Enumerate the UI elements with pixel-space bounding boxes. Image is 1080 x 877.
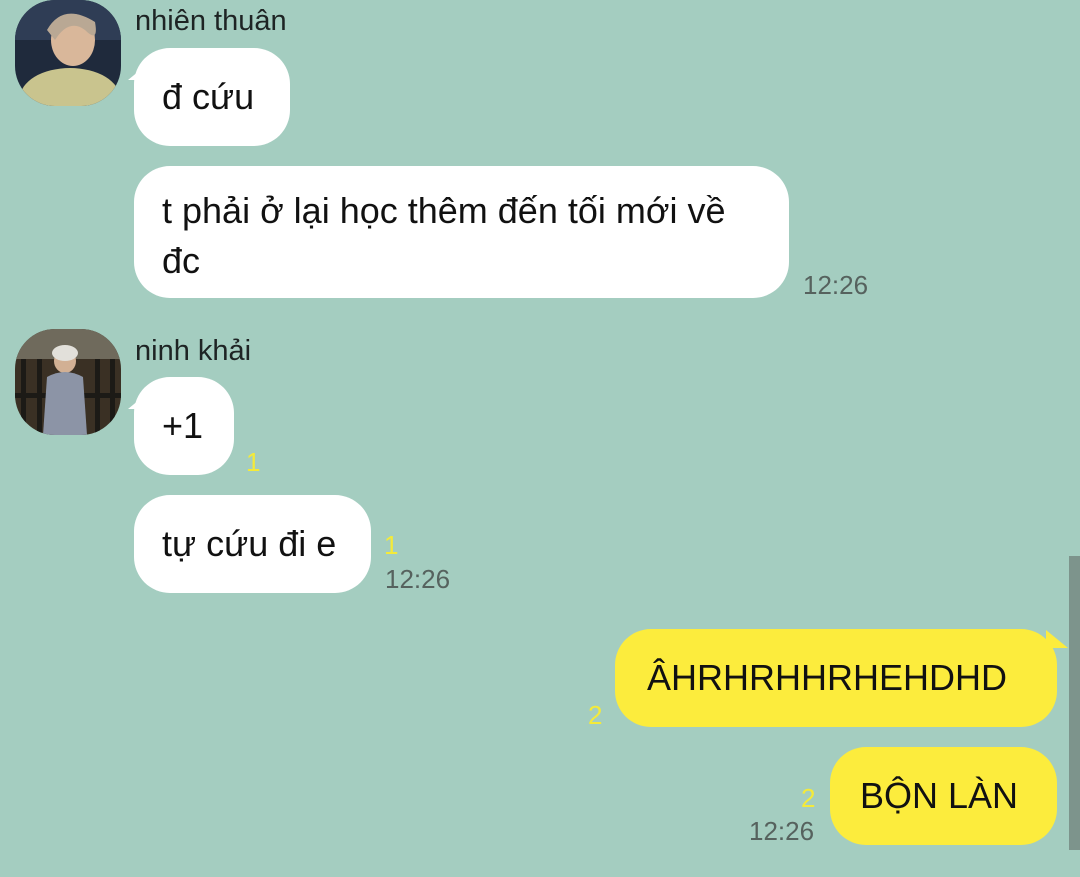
message-text: đc xyxy=(162,240,201,281)
unread-count: 1 xyxy=(246,447,261,477)
message-timestamp: 12:26 xyxy=(749,816,815,846)
unread-count: 1 xyxy=(384,530,399,560)
message-text: t phải ở lại học thêm đến tối mới về xyxy=(162,190,726,231)
unread-count: 2 xyxy=(801,783,816,813)
message-bubble[interactable]: đ cứu xyxy=(134,48,290,146)
sender-name: nhiên thuân xyxy=(135,5,287,37)
message-text: +1 xyxy=(162,405,204,446)
bubble-tail xyxy=(1046,630,1068,648)
message-text: BỘN LÀN xyxy=(860,775,1019,816)
message-bubble[interactable]: tự cứu đi e xyxy=(134,495,371,593)
unread-count: 2 xyxy=(588,700,603,730)
message-timestamp: 12:26 xyxy=(385,564,451,594)
message-text: tự cứu đi e xyxy=(162,523,337,564)
message-text: đ cứu xyxy=(162,76,255,117)
message-bubble[interactable]: ÂHRHRHHRHEHDHD xyxy=(615,629,1057,727)
scrollbar[interactable] xyxy=(1069,556,1080,850)
sender-name: ninh khải xyxy=(135,335,252,367)
avatar-nhien-thuan[interactable] xyxy=(15,0,121,106)
message-timestamp: 12:26 xyxy=(803,270,869,300)
message-bubble[interactable]: +1 xyxy=(134,377,234,475)
avatar-ninh-khai[interactable] xyxy=(15,329,121,435)
message-bubble[interactable]: t phải ở lại học thêm đến tối mới về đc xyxy=(134,166,789,298)
message-text: ÂHRHRHHRHEHDHD xyxy=(647,657,1007,698)
message-bubble[interactable]: BỘN LÀN xyxy=(830,747,1057,845)
